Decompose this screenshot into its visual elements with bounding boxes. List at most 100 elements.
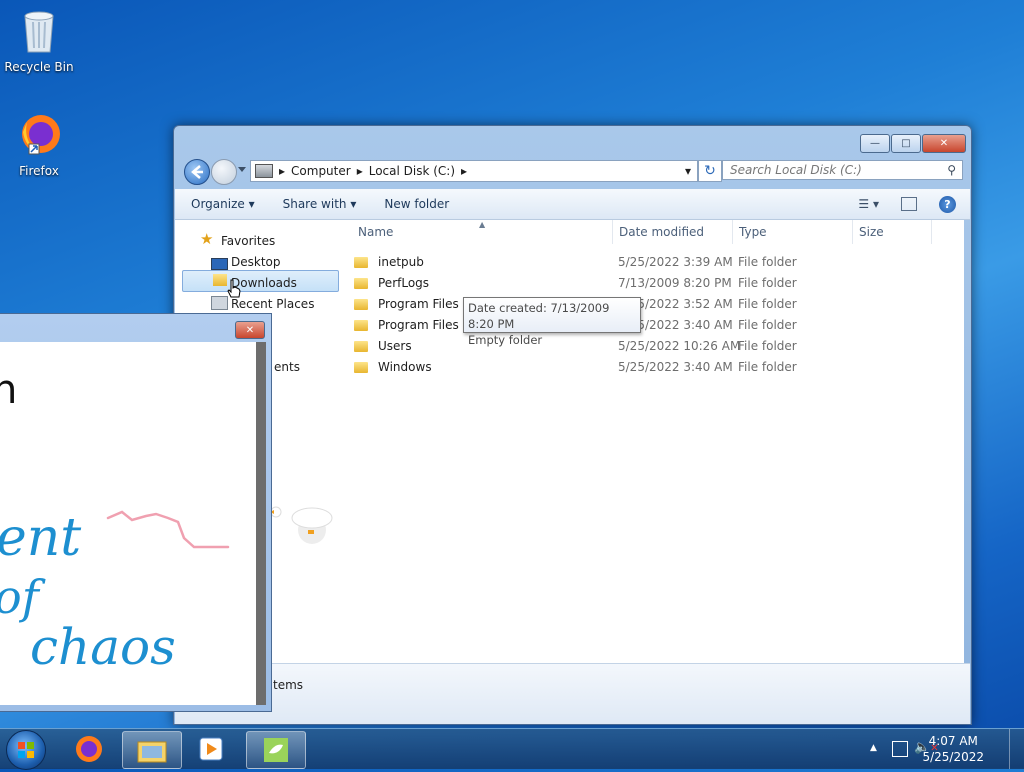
explorer-window: — □ ✕ ▸ Computer ▸ Local Disk (C:) ▸ ▾ ↻… [173,125,972,725]
file-type: File folder [738,339,797,353]
paint-canvas[interactable]: n ent of chaos [0,342,256,705]
nav-favorites[interactable]: Favorites [221,234,275,248]
taskbar: ▲ 🔈✕ 4:07 AM 5/25/2022 [0,728,1024,770]
folder-icon [354,257,368,268]
breadcrumb-chevron-icon: ▸ [461,164,468,178]
file-row[interactable]: Program Files 5/25/2022 3:52 AM File fol… [346,294,946,315]
clock-time: 4:07 AM [928,734,978,748]
breadcrumb-chevron-icon: ▸ [279,164,286,178]
nav-desktop[interactable]: Desktop [231,255,281,269]
address-dropdown-icon[interactable]: ▾ [685,164,691,178]
downloads-folder-icon [213,274,227,286]
recycle-bin-label: Recycle Bin [4,60,74,74]
firefox-icon [76,736,102,762]
handwriting-word-ent: ent [0,508,82,568]
nav-documents-partial[interactable]: ents [274,360,300,374]
change-view-button[interactable]: ☰ ▾ [858,197,879,211]
start-button[interactable] [6,730,46,770]
help-icon[interactable]: ? [939,195,956,213]
folder-tooltip: Date created: 7/13/2009 8:20 PM Empty fo… [463,297,641,347]
network-icon[interactable] [892,741,908,757]
file-row[interactable]: Program Files (x86) 5/25/2022 3:40 AM Fi… [346,315,946,336]
breadcrumb-local-disk[interactable]: Local Disk (C:) [369,164,455,178]
back-arrow-icon [191,165,203,179]
item-count-partial: tems [273,678,304,692]
sort-arrow-icon: ▲ [479,220,486,229]
file-type: File folder [738,360,797,374]
favorites-star-icon: ★ [200,230,214,248]
desktop-icon-recycle-bin[interactable]: Recycle Bin [2,8,76,74]
breadcrumb-chevron-icon: ▸ [356,164,363,178]
share-with-button[interactable]: Share with ▾ [283,197,357,211]
taskbar-goose-app[interactable] [246,731,306,769]
file-name: Windows [378,360,432,374]
file-type: File folder [738,255,797,269]
refresh-button[interactable]: ↻ [698,160,722,182]
folder-icon [137,741,167,763]
firefox-label: Firefox [19,164,59,178]
hand-cursor-icon [227,279,241,298]
file-type: File folder [738,297,797,311]
column-header-date-modified[interactable]: Date modified [613,220,733,244]
search-placeholder: Search Local Disk (C:) [730,163,862,177]
taskbar-explorer[interactable] [122,731,182,769]
desktop-icon [211,258,228,270]
file-type: File folder [738,318,797,332]
drive-icon [255,164,273,178]
close-button[interactable]: ✕ [922,134,966,153]
system-clock[interactable]: 4:07 AM 5/25/2022 [922,733,984,765]
goose-sprite-icon [270,506,333,544]
desktop-icon-firefox[interactable]: Firefox [2,112,76,178]
taskbar-media-player[interactable] [182,731,240,767]
recycle-bin-icon [17,8,61,56]
tooltip-status: Empty folder [468,333,543,347]
column-header-type[interactable]: Type [733,220,853,244]
folder-icon [354,320,368,331]
recent-pages-dropdown-icon[interactable] [238,167,246,172]
file-list: Name ▲ Date modified Type Size inetpub 5… [340,220,964,663]
handwriting-word-of: of [0,570,39,624]
back-button[interactable] [184,159,210,185]
paint-window: ✕ n ent of chaos [0,313,272,712]
navigation-row: ▸ Computer ▸ Local Disk (C:) ▸ ▾ ↻ Searc… [182,159,963,185]
file-date: 5/25/2022 3:39 AM [618,255,733,269]
file-row[interactable]: inetpub 5/25/2022 3:39 AM File folder [346,252,946,273]
windows-logo-icon [18,742,34,758]
folder-icon [354,299,368,310]
preview-pane-button[interactable] [901,197,917,211]
maximize-button[interactable]: □ [891,134,921,153]
file-name: inetpub [378,255,424,269]
paint-close-button[interactable]: ✕ [235,321,265,339]
column-header-size[interactable]: Size [853,220,932,244]
window-controls: — □ ✕ [860,134,966,153]
handwriting-word-n: n [0,367,18,413]
taskbar-firefox[interactable] [60,731,118,767]
show-hidden-icons-button[interactable]: ▲ [870,743,877,753]
goose-app-icon [264,738,288,762]
nav-recent-places[interactable]: Recent Places [231,297,314,311]
show-desktop-button[interactable] [1009,729,1024,769]
search-icon: ⚲ [947,163,956,177]
details-pane: tems [175,663,970,724]
file-date: 5/25/2022 10:26 AM [618,339,741,353]
paint-scrollbar[interactable] [256,342,266,705]
folder-icon [354,278,368,289]
address-bar[interactable]: ▸ Computer ▸ Local Disk (C:) ▸ ▾ [250,160,698,182]
file-row[interactable]: PerfLogs 7/13/2009 8:20 PM File folder [346,273,946,294]
file-name: PerfLogs [378,276,430,290]
folder-icon [354,341,368,352]
forward-button[interactable] [211,159,237,185]
minimize-button[interactable]: — [860,134,890,153]
clock-date: 5/25/2022 [922,750,984,764]
command-bar: Organize ▾ Share with ▾ New folder ☰ ▾ ? [175,189,970,220]
organize-button[interactable]: Organize ▾ [191,197,255,211]
breadcrumb-computer[interactable]: Computer [291,164,351,178]
file-row[interactable]: Users 5/25/2022 10:26 AM File folder [346,336,946,357]
handwriting-word-chaos: chaos [30,618,176,676]
new-folder-button[interactable]: New folder [384,197,449,211]
media-player-icon [199,737,223,761]
file-row[interactable]: Windows 5/25/2022 3:40 AM File folder [346,357,946,378]
search-input[interactable]: Search Local Disk (C:) ⚲ [722,160,963,180]
file-name: Program Files [378,297,459,311]
file-name: Users [378,339,412,353]
